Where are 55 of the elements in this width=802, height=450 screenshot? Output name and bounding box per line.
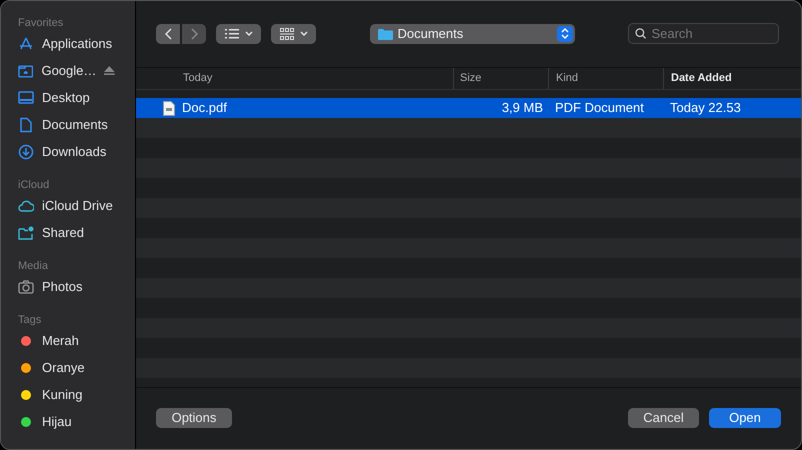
cancel-button[interactable]: Cancel	[628, 408, 699, 428]
section-header: Media	[17, 259, 49, 273]
list-view-button[interactable]	[216, 24, 261, 44]
pdf-file-icon	[163, 100, 175, 116]
chevron-right-icon	[190, 28, 198, 40]
column-header[interactable]: Kind	[548, 68, 663, 89]
caret-icon	[244, 31, 252, 36]
back-button[interactable]	[156, 24, 180, 44]
section-header: Favorites	[17, 16, 64, 30]
sidebar-item[interactable]: Oranye	[42, 358, 85, 378]
download-icon	[18, 144, 34, 160]
stepper-icon	[556, 26, 572, 42]
column-header[interactable]: Today	[136, 68, 453, 89]
sidebar-item[interactable]: Desktop	[42, 88, 90, 108]
app-store-icon	[18, 36, 34, 52]
sidebar-item[interactable]: Kuning	[42, 384, 82, 404]
list-icon	[224, 28, 238, 38]
location-popup[interactable]: Documents	[370, 24, 574, 44]
sidebar-item[interactable]: Hijau	[42, 412, 72, 432]
forward-button[interactable]	[182, 24, 206, 44]
shared-folder-icon	[18, 224, 34, 240]
sidebar-item[interactable]: Merah	[42, 330, 79, 350]
camera-icon	[18, 278, 34, 294]
date-cell-text: Today 22.53	[669, 99, 742, 118]
sidebar-item[interactable]: Shared	[42, 222, 84, 242]
options-button[interactable]: Options	[156, 408, 232, 428]
file-row[interactable]: Doc.pdf 3,9 MB PDF Document Today 22.53	[136, 98, 801, 118]
document-icon	[18, 116, 34, 132]
cloud-icon	[18, 198, 34, 214]
column-header[interactable]: Size	[453, 68, 548, 89]
caret-icon	[300, 31, 308, 36]
folder-icon	[18, 62, 34, 78]
eject-icon[interactable]	[104, 66, 115, 75]
size-cell-text: 3,9 MB	[500, 99, 544, 118]
location-label: Documents	[398, 24, 464, 43]
file-name: Doc.pdf	[182, 99, 227, 118]
desktop-icon	[18, 90, 34, 106]
open-button[interactable]: Open	[709, 408, 781, 428]
section-header: iCloud	[17, 178, 50, 192]
sidebar-item[interactable]: Downloads	[42, 142, 106, 162]
search-input[interactable]: Search	[651, 24, 772, 44]
sidebar-item[interactable]: Photos	[42, 276, 82, 296]
section-header: Tags	[17, 313, 42, 327]
sidebar-item[interactable]: Google…	[41, 60, 96, 80]
chevron-left-icon	[164, 28, 172, 40]
kind-cell-text: PDF Document	[554, 99, 645, 118]
sidebar-item[interactable]: Documents	[42, 114, 108, 134]
sidebar-item[interactable]: Applications	[42, 34, 112, 54]
search-field[interactable]: Search	[628, 23, 779, 44]
column-header[interactable]: Date Added	[663, 68, 801, 89]
search-icon	[635, 27, 646, 40]
sidebar-item[interactable]: iCloud Drive	[42, 196, 113, 216]
folder-icon	[378, 28, 392, 40]
grid-view-button[interactable]	[271, 24, 316, 44]
grid-icon	[280, 28, 294, 40]
